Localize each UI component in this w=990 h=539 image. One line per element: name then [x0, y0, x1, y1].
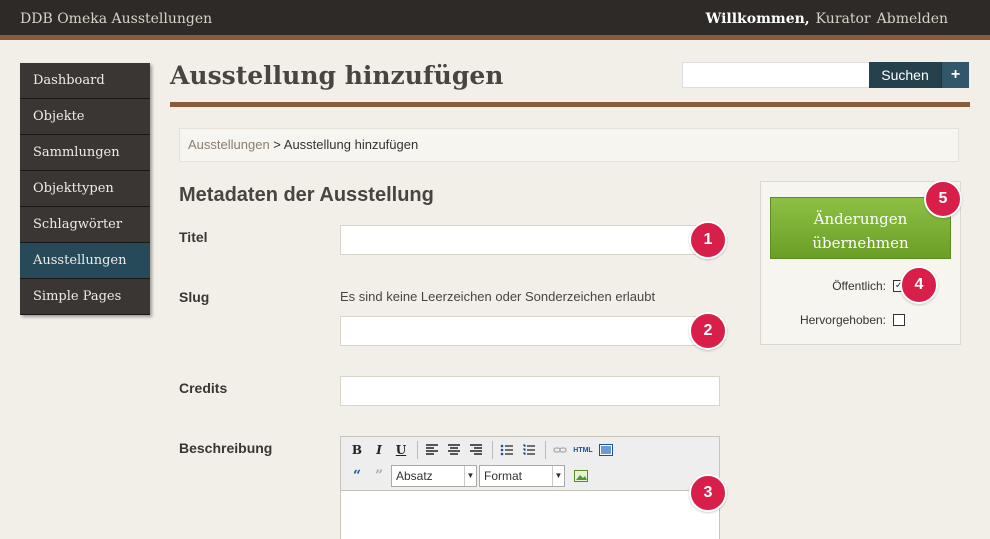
marker-2: 2: [689, 312, 727, 350]
credits-label: Credits: [179, 380, 228, 396]
numbered-list-icon[interactable]: [519, 440, 539, 460]
slug-label: Slug: [179, 289, 210, 305]
sidebar-nav: Dashboard Objekte Sammlungen Objekttypen…: [20, 63, 150, 315]
chevron-down-icon: ▼: [552, 466, 564, 486]
title-field[interactable]: [340, 225, 720, 255]
save-label-line-1: Änderungen: [813, 210, 908, 228]
save-label-line-2: übernehmen: [812, 234, 909, 252]
toolbar-separator: [492, 441, 493, 459]
italic-button[interactable]: I: [369, 440, 389, 460]
credits-field[interactable]: [340, 376, 720, 406]
breadcrumb: Ausstellungen > Ausstellung hinzufügen: [179, 128, 959, 162]
style-format-value: Format: [484, 469, 523, 483]
sidebar-item-ausstellungen[interactable]: Ausstellungen: [20, 243, 150, 279]
advanced-search-button[interactable]: +: [941, 62, 969, 88]
toolbar-row-1: B I U HTML: [341, 437, 719, 463]
title-divider: [170, 102, 970, 107]
breadcrumb-current: Ausstellung hinzufügen: [283, 137, 419, 152]
marker-4: 4: [900, 266, 938, 304]
welcome-text: Willkommen,: [705, 11, 810, 27]
toolbar-separator: [545, 441, 546, 459]
breadcrumb-link-ausstellungen[interactable]: Ausstellungen: [188, 137, 270, 152]
bold-button[interactable]: B: [347, 440, 367, 460]
style-format-select[interactable]: Format ▼: [479, 465, 565, 487]
toolbar-row-2: “ ” Absatz ▼ Format ▼: [341, 463, 719, 489]
html-button[interactable]: HTML: [572, 440, 594, 460]
page-title: Ausstellung hinzufügen: [170, 61, 504, 90]
align-center-icon[interactable]: [444, 440, 464, 460]
featured-checkbox[interactable]: [893, 314, 905, 326]
sidebar-item-schlagwoerter[interactable]: Schlagwörter: [20, 207, 150, 243]
public-label: Öffentlich:: [832, 279, 886, 293]
marker-1: 1: [689, 221, 727, 259]
welcome-area: Willkommen, Kurator Abmelden: [706, 11, 948, 27]
save-changes-button[interactable]: Änderungen übernehmen: [770, 197, 951, 259]
sidebar-item-simple-pages[interactable]: Simple Pages: [20, 279, 150, 315]
featured-row: Hervorgehoben:: [800, 313, 905, 327]
public-row: Öffentlich: ✓: [832, 279, 905, 293]
block-format-value: Absatz: [396, 469, 433, 483]
align-right-icon[interactable]: [466, 440, 486, 460]
blockquote-icon[interactable]: “: [347, 466, 367, 486]
sidebar-item-objekte[interactable]: Objekte: [20, 99, 150, 135]
breadcrumb-separator: >: [269, 137, 284, 152]
sidebar-item-objekttypen[interactable]: Objekttypen: [20, 171, 150, 207]
sidebar-item-dashboard[interactable]: Dashboard: [20, 63, 150, 99]
featured-label: Hervorgehoben:: [799, 313, 886, 327]
description-editor: B I U HTML “ ” Absatz ▼ Format ▼: [340, 436, 720, 539]
insert-image-icon[interactable]: [571, 466, 591, 486]
search-input[interactable]: [682, 62, 870, 88]
section-title: Metadaten der Ausstellung: [179, 184, 434, 206]
search-button[interactable]: Suchen: [869, 62, 941, 88]
align-left-icon[interactable]: [422, 440, 442, 460]
sidebar-item-sammlungen[interactable]: Sammlungen: [20, 135, 150, 171]
marker-3: 3: [689, 474, 727, 512]
slug-hint: Es sind keine Leerzeichen oder Sonderzei…: [340, 289, 656, 304]
marker-5: 5: [924, 180, 962, 218]
slug-field[interactable]: [340, 316, 720, 346]
description-label: Beschreibung: [179, 440, 273, 456]
user-link[interactable]: Kurator: [816, 11, 871, 27]
fullscreen-icon[interactable]: [596, 440, 616, 460]
editor-toolbar: B I U HTML “ ” Absatz ▼ Format ▼: [341, 437, 719, 491]
top-bar: DDB Omeka Ausstellungen Willkommen, Kurat…: [0, 0, 990, 40]
toolbar-separator: [417, 441, 418, 459]
underline-button[interactable]: U: [391, 440, 411, 460]
title-label: Titel: [179, 229, 208, 245]
site-title[interactable]: DDB Omeka Ausstellungen: [20, 11, 212, 27]
block-format-select[interactable]: Absatz ▼: [391, 465, 477, 487]
bullet-list-icon[interactable]: [497, 440, 517, 460]
logout-link[interactable]: Abmelden: [877, 11, 948, 27]
link-icon[interactable]: [550, 440, 570, 460]
remove-quote-icon[interactable]: ”: [369, 466, 389, 486]
chevron-down-icon: ▼: [464, 466, 476, 486]
